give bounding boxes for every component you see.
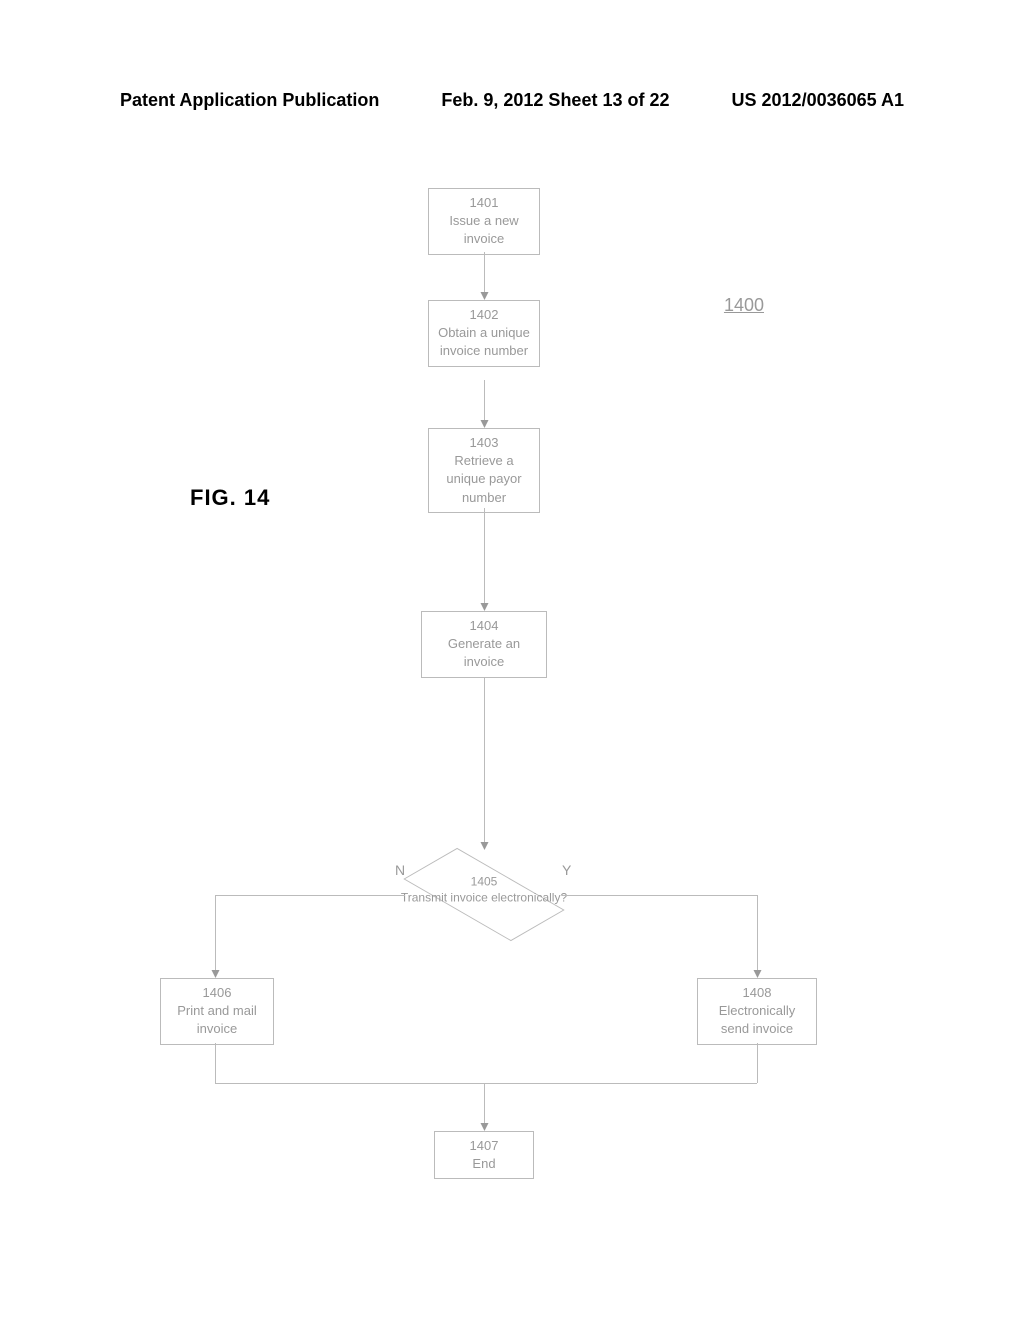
box-text: Electronically send invoice	[719, 1003, 796, 1036]
arrow-down-icon	[481, 603, 489, 611]
box-text: Transmit invoice electronically?	[401, 890, 567, 904]
flowchart-box-1401: 1401 Issue a new invoice	[428, 188, 540, 255]
box-number: 1401	[437, 194, 531, 212]
arrow-down-icon	[754, 970, 762, 978]
arrow-down-icon	[481, 842, 489, 850]
flowchart-box-1406: 1406 Print and mail invoice	[160, 978, 274, 1045]
flowchart-box-1407: 1407 End	[434, 1131, 534, 1179]
diagram-reference-number: 1400	[724, 295, 764, 316]
arrow-down-icon	[481, 420, 489, 428]
box-number: 1402	[437, 306, 531, 324]
box-text: Generate an invoice	[448, 636, 520, 669]
connector	[215, 895, 216, 970]
arrow-down-icon	[481, 292, 489, 300]
box-text: Print and mail invoice	[177, 1003, 256, 1036]
arrow-down-icon	[212, 970, 220, 978]
flowchart-box-1403: 1403 Retrieve a unique payor number	[428, 428, 540, 513]
flowchart-box-1402: 1402 Obtain a unique invoice number	[428, 300, 540, 367]
figure-label: FIG. 14	[190, 485, 270, 511]
box-number: 1406	[169, 984, 265, 1002]
connector	[215, 1083, 757, 1084]
box-text: End	[472, 1156, 495, 1171]
box-number: 1407	[443, 1137, 525, 1155]
box-text: Obtain a unique invoice number	[438, 325, 530, 358]
connector	[757, 895, 758, 970]
page-header: Patent Application Publication Feb. 9, 2…	[0, 90, 1024, 111]
flowchart-box-1404: 1404 Generate an invoice	[421, 611, 547, 678]
connector	[484, 380, 485, 420]
connector	[215, 895, 405, 896]
connector	[484, 508, 485, 603]
box-number: 1404	[430, 617, 538, 635]
connector	[215, 1043, 216, 1083]
connector	[484, 252, 485, 292]
header-center: Feb. 9, 2012 Sheet 13 of 22	[441, 90, 669, 111]
box-text: Retrieve a unique payor number	[446, 453, 521, 504]
flowchart-decision-1405: 1405 Transmit invoice electronically?	[399, 853, 569, 938]
header-left: Patent Application Publication	[120, 90, 379, 111]
flowchart-box-1408: 1408 Electronically send invoice	[697, 978, 817, 1045]
connector	[757, 1043, 758, 1083]
branch-label-yes: Y	[562, 862, 571, 878]
box-number: 1405	[471, 875, 498, 889]
decision-text: 1405 Transmit invoice electronically?	[399, 875, 569, 906]
connector	[562, 895, 757, 896]
header-right: US 2012/0036065 A1	[732, 90, 904, 111]
arrow-down-icon	[481, 1123, 489, 1131]
connector	[484, 677, 485, 842]
box-number: 1408	[706, 984, 808, 1002]
connector	[484, 1083, 485, 1123]
branch-label-no: N	[395, 862, 405, 878]
box-number: 1403	[437, 434, 531, 452]
box-text: Issue a new invoice	[449, 213, 518, 246]
